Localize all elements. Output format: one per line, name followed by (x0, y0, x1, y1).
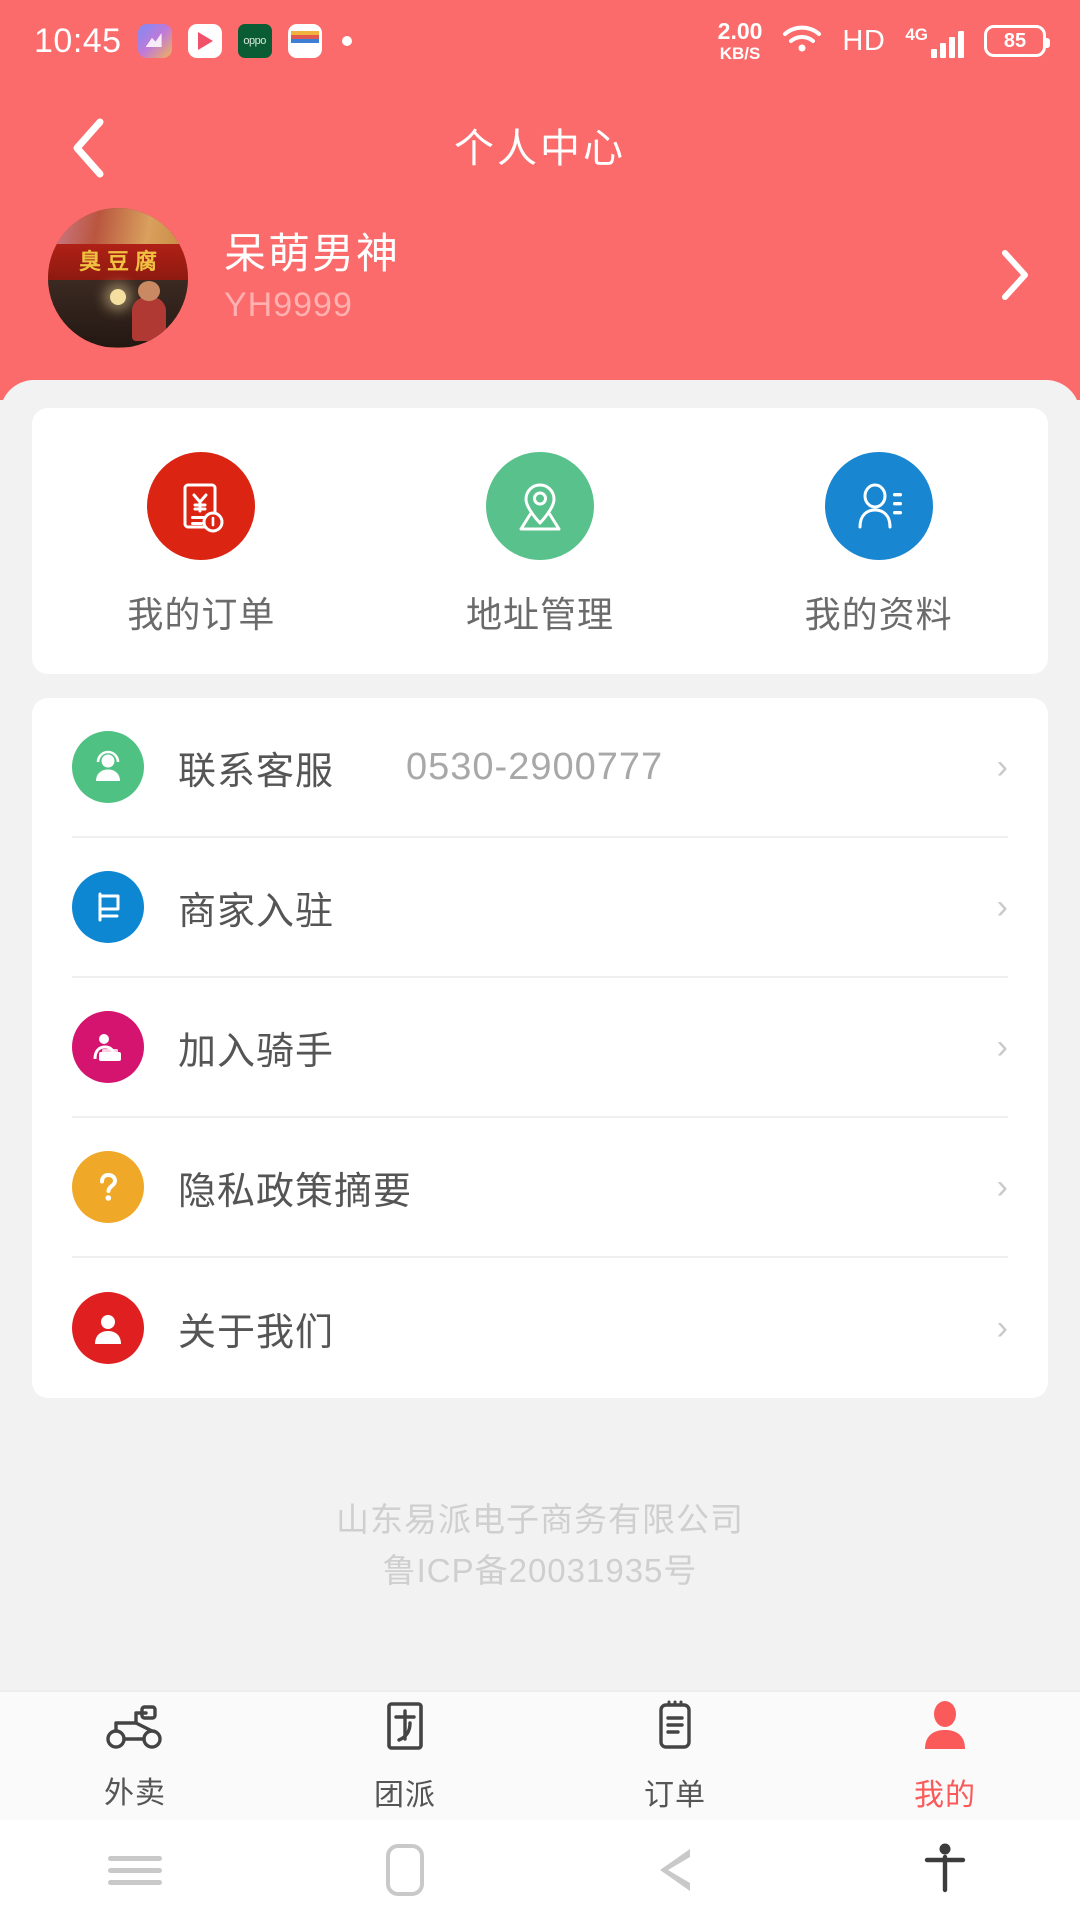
status-time: 10:45 (34, 21, 122, 60)
status-bar-left: 10:45 oppo (34, 22, 352, 61)
tab-label: 我的 (914, 1778, 976, 1812)
chevron-right-icon: › (996, 1028, 1008, 1066)
menu-label: 加入骑手 (178, 1030, 335, 1073)
quick-action-orders[interactable]: 我的订单 (32, 452, 371, 638)
quick-action-label: 我的订单 (127, 594, 276, 635)
group-box-icon (380, 1699, 430, 1760)
footer: 山东易派电子商务有限公司 鲁ICP备20031935号 (0, 1398, 1080, 1596)
profile-text: 呆萌男神 YH9999 (224, 230, 400, 325)
home-icon (386, 1844, 424, 1896)
quick-action-profile[interactable]: 我的资料 (709, 452, 1048, 638)
location-pin-icon (486, 452, 594, 560)
menu-card: 联系客服 0530-2900777 › 商家入驻 › 加入骑手 › 隐私政策摘要… (32, 698, 1048, 1398)
chevron-right-icon: › (996, 888, 1008, 926)
question-mark-icon (72, 1151, 144, 1223)
signal-bars-icon (931, 30, 964, 58)
chevron-right-icon: › (996, 748, 1008, 786)
home-button[interactable] (270, 1844, 540, 1896)
gallery-icon (137, 24, 172, 58)
tab-label: 订单 (644, 1778, 706, 1812)
chevron-right-icon[interactable] (998, 248, 1032, 307)
network-type-label: 4G (905, 24, 928, 44)
scooter-icon (102, 1701, 168, 1758)
chevron-right-icon: › (996, 1168, 1008, 1206)
menu-row-customer-service[interactable]: 联系客服 0530-2900777 › (72, 698, 1008, 838)
footer-icp: 鲁ICP备20031935号 (382, 1552, 698, 1590)
app-screen: 10:45 oppo 2.00 KB/S HD 4G 85 个人中心 臭 豆 腐… (0, 0, 1080, 1920)
quick-actions: 我的订单 地址管理 我的资料 (32, 452, 1048, 638)
hd-indicator: HD (842, 24, 886, 57)
tab-mine[interactable]: 我的 (810, 1699, 1080, 1814)
order-list-icon (651, 1699, 699, 1760)
network-speed-unit: KB/S (719, 44, 761, 63)
menu-row-about-us[interactable]: 关于我们 › (72, 1258, 1008, 1398)
menu-label: 隐私政策摘要 (178, 1170, 413, 1213)
user-profile-icon (824, 452, 933, 560)
android-nav-bar (0, 1820, 1080, 1920)
chevron-right-icon: › (996, 1309, 1008, 1347)
content-sheet: 我的订单 地址管理 我的资料 联系客服 0530-2900777 › 商家入驻 … (0, 380, 1080, 1920)
network-type-icon: 4G (905, 25, 964, 58)
headset-support-icon (72, 731, 144, 803)
wallet-icon (287, 24, 322, 58)
footer-company: 山东易派电子商务有限公司 (336, 1501, 744, 1538)
status-bar: 10:45 oppo 2.00 KB/S HD 4G 85 (0, 0, 1080, 82)
page-title-bar: 个人中心 (0, 90, 1080, 200)
wifi-icon (782, 24, 822, 59)
profile-name: 呆萌男神 (224, 229, 401, 277)
quick-actions-card: 我的订单 地址管理 我的资料 (32, 408, 1048, 674)
tab-label: 团派 (374, 1778, 436, 1812)
network-speed: 2.00 KB/S (717, 18, 763, 63)
battery-level: 85 (1003, 29, 1027, 52)
menu-row-join-rider[interactable]: 加入骑手 › (72, 978, 1008, 1118)
accessibility-button[interactable] (810, 1840, 1080, 1901)
profile-user-id: YH9999 (224, 286, 353, 325)
battery-icon: 85 (984, 25, 1050, 57)
order-receipt-icon (147, 452, 256, 560)
tab-label: 外卖 (104, 1776, 166, 1810)
recents-icon (108, 1849, 162, 1892)
status-bar-right: 2.00 KB/S HD 4G 85 (717, 18, 1050, 63)
dot-icon (341, 36, 352, 46)
customer-service-phone: 0530-2900777 (406, 745, 664, 788)
menu-label: 关于我们 (178, 1311, 335, 1354)
person-icon (920, 1699, 970, 1760)
bottom-tab-bar: 外卖 团派 订单 我的 (0, 1690, 1080, 1820)
oppo-icon: oppo (237, 24, 272, 58)
video-icon (187, 24, 222, 58)
tab-takeout[interactable]: 外卖 (0, 1701, 270, 1812)
flag-shop-icon (72, 871, 144, 943)
page-title: 个人中心 (454, 127, 626, 171)
quick-action-label: 我的资料 (804, 594, 953, 635)
back-icon (660, 1849, 690, 1891)
quick-action-address[interactable]: 地址管理 (371, 452, 710, 638)
quick-action-label: 地址管理 (466, 594, 615, 635)
about-user-icon (72, 1292, 144, 1364)
menu-row-merchant-join[interactable]: 商家入驻 › (72, 838, 1008, 978)
tab-group[interactable]: 团派 (270, 1699, 540, 1814)
network-speed-value: 2.00 (717, 18, 763, 44)
profile-row[interactable]: 臭豆腐 呆萌男神 YH9999 (0, 205, 1080, 350)
menu-label: 商家入驻 (178, 890, 335, 933)
recents-button[interactable] (0, 1849, 270, 1892)
menu-row-privacy-policy[interactable]: 隐私政策摘要 › (72, 1118, 1008, 1258)
menu-label: 联系客服 (178, 750, 335, 793)
accessibility-icon (923, 1840, 967, 1901)
avatar[interactable]: 臭豆腐 (48, 207, 188, 348)
header: 10:45 oppo 2.00 KB/S HD 4G 85 个人中心 臭 豆 腐… (0, 0, 1080, 400)
rider-icon (72, 1011, 144, 1083)
back-button-system[interactable] (540, 1849, 810, 1891)
tab-orders[interactable]: 订单 (540, 1699, 810, 1814)
